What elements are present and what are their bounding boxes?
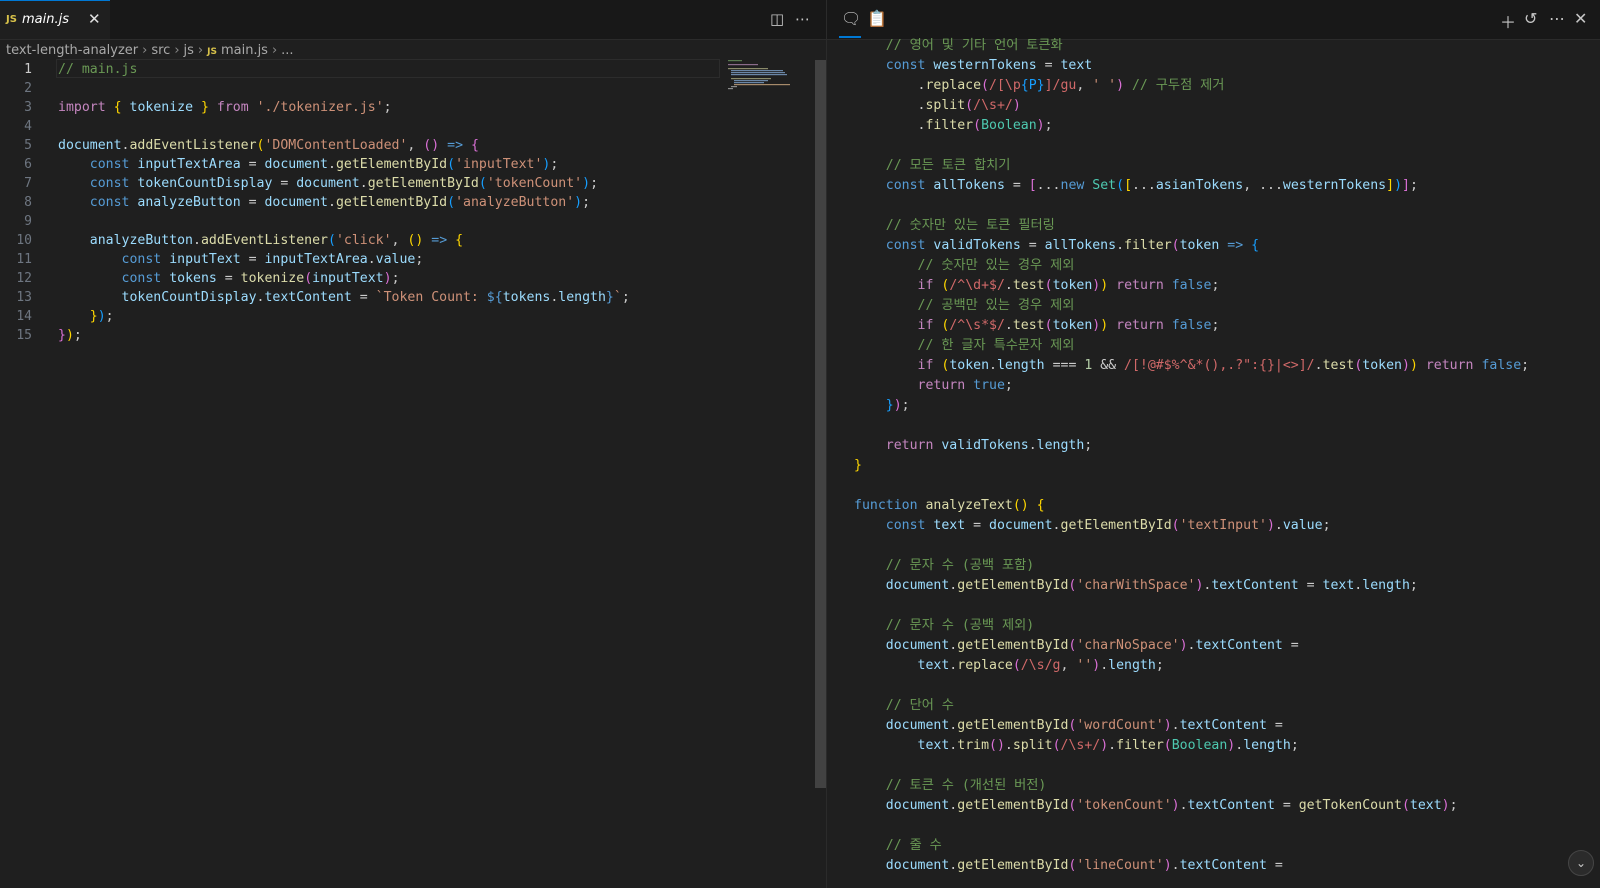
chevron-down-icon: ⌄ [1575,856,1587,870]
close-icon[interactable]: ✕ [1574,9,1587,28]
breadcrumb-item-js[interactable]: js [184,43,194,58]
breadcrumb-item-file[interactable]: main.js [221,43,268,58]
chat-panel-toolbar: 🗨 📋 ＋ ↺ ⋯ ✕ [827,0,1600,40]
line-number: 12 [16,271,32,286]
chat-panel: 🗨 📋 ＋ ↺ ⋯ ✕ // 영어 및 기타 언어 토큰화 const west… [827,0,1600,888]
chat-icon[interactable]: 🗨 [841,9,861,28]
line-number: 6 [24,157,32,172]
history-icon[interactable]: ↺ [1524,9,1537,28]
line-number: 11 [16,252,32,267]
scroll-down-button[interactable]: ⌄ [1568,850,1594,876]
line-number: 5 [24,138,32,153]
line-number: 4 [24,119,32,134]
editor-pane: JS main.js ✕ ◫ ⋯ text-length-analyzer › sr… [0,0,826,888]
line-number: 14 [16,309,32,324]
breadcrumb-item-src[interactable]: src [151,43,170,58]
line-number: 9 [24,214,32,229]
close-icon[interactable]: ✕ [88,10,101,28]
breadcrumb-item-project[interactable]: text-length-analyzer [6,43,138,58]
more-icon[interactable]: ⋯ [1549,9,1565,28]
line-number: 7 [24,176,32,191]
line-number: 1 [24,62,32,77]
js-file-icon: JS [6,14,17,25]
tab-label: main.js [22,12,69,27]
tab-main-js[interactable]: JS main.js ✕ [0,0,110,39]
clipboard-icon[interactable]: 📋 [867,9,887,28]
line-number: 2 [24,81,32,96]
js-file-icon: JS [207,47,217,57]
line-number: 13 [16,290,32,305]
chevron-right-icon: › [271,43,278,58]
chevron-right-icon: › [174,43,180,58]
breadcrumb-item-symbol[interactable]: ... [281,43,293,58]
current-line-highlight [56,59,720,78]
chevron-right-icon: › [197,43,204,58]
minimap[interactable] [728,60,800,90]
editor-tab-bar: JS main.js ✕ ◫ ⋯ [0,0,826,40]
add-icon[interactable]: ＋ [1500,9,1516,33]
split-editor-icon[interactable]: ◫ [770,10,784,28]
vertical-scrollbar[interactable] [815,60,826,788]
line-number: 3 [24,100,32,115]
more-actions-icon[interactable]: ⋯ [795,10,810,28]
line-number: 10 [16,233,32,248]
chevron-right-icon: › [142,43,148,58]
line-number: 8 [24,195,32,210]
line-number: 15 [16,328,32,343]
